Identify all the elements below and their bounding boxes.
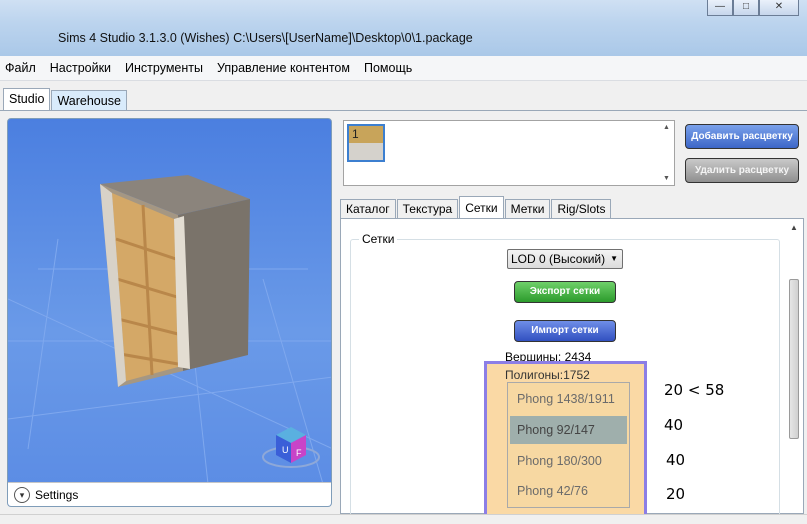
lod-select[interactable]: LOD 0 (Высокий) ▼	[507, 249, 623, 269]
scroll-up-icon[interactable]: ▲	[790, 223, 798, 232]
lod-select-value: LOD 0 (Высокий)	[511, 252, 606, 266]
menu-file[interactable]: Файл	[5, 61, 36, 75]
annotation-highlight: Полигоны:1752 Phong 1438/1911 Phong 92/1…	[484, 361, 647, 518]
window-title: Sims 4 Studio 3.1.3.0 (Wishes) C:\Users\…	[58, 31, 473, 45]
polygon-count: Полигоны:1752	[505, 368, 590, 382]
annotation-note: 20 < 58	[664, 381, 725, 399]
shader-item[interactable]: Phong 180/300	[510, 447, 627, 475]
minimize-button[interactable]: —	[707, 0, 733, 16]
main-tabs: Studio Warehouse	[0, 88, 128, 111]
viewport-scene: U F	[8, 175, 331, 484]
maximize-button[interactable]: □	[733, 0, 759, 16]
shader-list[interactable]: Phong 1438/1911 Phong 92/147 Phong 180/3…	[507, 382, 630, 508]
menu-bar: Файл Настройки Инструменты Управление ко…	[0, 56, 807, 81]
remove-swatch-button[interactable]: Удалить расцветку	[685, 158, 799, 183]
shader-item-selected[interactable]: Phong 92/147	[510, 416, 627, 444]
add-swatch-button[interactable]: Добавить расцветку	[685, 124, 799, 149]
scroll-up-icon[interactable]: ▲	[663, 124, 670, 131]
swatch-number: 1	[352, 127, 359, 141]
meshes-group-label: Сетки	[359, 232, 398, 246]
tab-tags[interactable]: Метки	[504, 199, 551, 219]
orientation-gizmo[interactable]: U F	[262, 427, 320, 468]
tab-catalog[interactable]: Каталог	[340, 199, 396, 219]
import-mesh-button[interactable]: Импорт сетки	[514, 320, 616, 342]
menu-settings[interactable]: Настройки	[50, 61, 111, 75]
cabinet-model	[100, 175, 250, 387]
tab-warehouse[interactable]: Warehouse	[51, 90, 127, 111]
chevron-down-icon[interactable]: ▾	[14, 486, 30, 503]
settings-bar[interactable]: ▾ Settings	[8, 482, 331, 506]
settings-label: Settings	[35, 487, 79, 502]
title-bar: Sims 4 Studio 3.1.3.0 (Wishes) C:\Users\…	[0, 0, 807, 56]
tab-divider	[0, 110, 807, 111]
tab-meshes[interactable]: Сетки	[459, 196, 504, 219]
swatch-list[interactable]: 1 ▲ ▼	[343, 120, 675, 186]
export-mesh-button[interactable]: Экспорт сетки	[514, 281, 616, 303]
scrollbar-thumb[interactable]	[789, 279, 799, 439]
annotation-note: 20	[666, 485, 686, 503]
menu-tools[interactable]: Инструменты	[125, 61, 203, 75]
annotation-note: 40	[664, 416, 684, 434]
shader-item[interactable]: Phong 42/76	[510, 477, 627, 505]
close-button[interactable]: ✕	[759, 0, 799, 16]
tab-rig-slots[interactable]: Rig/Slots	[551, 199, 612, 219]
status-strip	[0, 514, 807, 524]
swatch-scrollbar[interactable]: ▲ ▼	[662, 124, 672, 182]
chevron-down-icon: ▼	[610, 254, 618, 263]
menu-help[interactable]: Помощь	[364, 61, 412, 75]
swatch-item[interactable]: 1	[347, 124, 385, 162]
window-controls: — □ ✕	[707, 0, 799, 16]
gizmo-letter-u: U	[282, 445, 289, 455]
3d-viewport[interactable]: U F ▾ Settings	[7, 118, 332, 507]
editor-tabs: Каталог Текстура Сетки Метки Rig/Slots	[340, 196, 612, 219]
gizmo-letter-f: F	[296, 448, 302, 458]
menu-content-management[interactable]: Управление контентом	[217, 61, 350, 75]
annotation-note: 40	[666, 451, 686, 469]
shader-item[interactable]: Phong 1438/1911	[510, 385, 627, 413]
tab-texture[interactable]: Текстура	[396, 199, 459, 219]
panel-scrollbar[interactable]: ▲	[787, 221, 801, 511]
tab-studio[interactable]: Studio	[3, 88, 51, 111]
scroll-down-icon[interactable]: ▼	[663, 175, 670, 182]
